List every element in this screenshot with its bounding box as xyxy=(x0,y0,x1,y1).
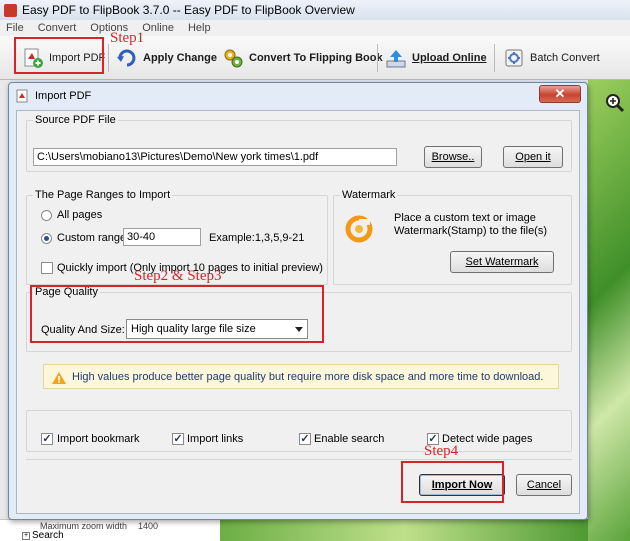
toolbar-separator xyxy=(494,44,495,72)
pdf-file-icon xyxy=(15,89,29,103)
enable-search-label: Enable search xyxy=(314,433,385,445)
all-pages-radio[interactable] xyxy=(41,210,52,221)
batch-convert-button[interactable]: Batch Convert xyxy=(503,44,600,72)
search-tree-label: Search xyxy=(32,530,64,541)
menu-help[interactable]: Help xyxy=(188,22,211,34)
cancel-label: Cancel xyxy=(526,479,562,491)
menu-online[interactable]: Online xyxy=(142,22,174,34)
source-pdf-title: Source PDF File xyxy=(33,114,118,126)
apply-change-label: Apply Change xyxy=(143,52,217,64)
upload-icon xyxy=(385,47,407,69)
open-it-button[interactable]: Open it xyxy=(503,146,563,168)
pdf-path-input[interactable]: C:\Users\mobiano13\Pictures\Demo\New yor… xyxy=(33,148,397,166)
convert-button[interactable]: Convert To Flipping Book xyxy=(222,44,383,72)
import-links-checkbox[interactable]: ✓ xyxy=(172,433,184,445)
menu-file[interactable]: File xyxy=(6,22,24,34)
step4-label: Step4 xyxy=(424,443,459,459)
menu-convert[interactable]: Convert xyxy=(38,22,77,34)
source-pdf-group: Source PDF File C:\Users\mobiano13\Pictu… xyxy=(26,114,572,172)
convert-label: Convert To Flipping Book xyxy=(249,52,383,64)
refresh-icon xyxy=(116,47,138,69)
browse-button[interactable]: Browse.. xyxy=(424,146,482,168)
zoom-in-icon[interactable] xyxy=(604,92,626,114)
import-options-group: ✓ Import bookmark ✓ Import links ✓ Enabl… xyxy=(26,410,572,452)
watermark-description-line1: Place a custom text or image xyxy=(394,212,536,224)
browse-label: Browse.. xyxy=(431,151,475,163)
watermark-title: Watermark xyxy=(340,189,398,201)
all-pages-label: All pages xyxy=(57,209,103,221)
expand-icon[interactable]: + xyxy=(22,531,30,540)
app-logo-icon xyxy=(4,3,17,17)
quality-notice: High values produce better page quality … xyxy=(43,364,559,389)
step1-label: Step1 xyxy=(110,30,145,46)
custom-range-label: Custom range: xyxy=(57,232,130,244)
step2-highlight xyxy=(30,285,324,343)
import-links-label: Import links xyxy=(187,433,244,445)
custom-range-radio[interactable] xyxy=(41,233,52,244)
toolbar-separator xyxy=(108,44,109,72)
menubar: File Convert Options Online Help xyxy=(0,20,630,36)
range-example-text: Example:1,3,5,9-21 xyxy=(209,232,305,244)
set-watermark-button[interactable]: Set Watermark xyxy=(450,251,554,273)
cancel-button[interactable]: Cancel xyxy=(516,474,572,496)
preview-background-bottom xyxy=(220,519,588,541)
import-bookmark-label: Import bookmark xyxy=(57,433,140,445)
gears-icon xyxy=(222,47,244,69)
close-icon: ✕ xyxy=(554,86,566,101)
step1-highlight xyxy=(14,37,104,74)
import-bookmark-checkbox[interactable]: ✓ xyxy=(41,433,53,445)
close-button[interactable]: ✕ xyxy=(539,85,581,103)
zoom-width-value[interactable]: 1400 xyxy=(138,521,158,531)
warning-icon xyxy=(52,372,66,384)
dialog-title: Import PDF xyxy=(35,90,92,102)
step4-highlight xyxy=(401,461,504,503)
upload-online-label: Upload Online xyxy=(412,52,487,64)
toolbar-separator xyxy=(377,44,378,72)
page-ranges-title: The Page Ranges to Import xyxy=(33,189,173,201)
watermark-description-line2: Watermark(Stamp) to the file(s) xyxy=(394,225,548,237)
search-tree-item[interactable]: + Search xyxy=(22,530,64,541)
enable-search-checkbox[interactable]: ✓ xyxy=(299,433,311,445)
apply-change-button[interactable]: Apply Change xyxy=(116,44,217,72)
dialog-titlebar: Import PDF xyxy=(9,83,587,109)
preview-background xyxy=(588,80,630,541)
batch-convert-label: Batch Convert xyxy=(530,52,600,64)
settings-panel: Maximum zoom width 1400 + Search xyxy=(0,519,220,541)
custom-range-input[interactable]: 30-40 xyxy=(123,228,201,246)
app-title: Easy PDF to FlipBook 3.7.0 -- Easy PDF t… xyxy=(22,3,355,17)
set-watermark-label: Set Watermark xyxy=(465,256,539,268)
step2-label: Step2 & Step3 xyxy=(134,268,222,284)
quick-import-checkbox[interactable] xyxy=(41,262,53,274)
upload-online-button[interactable]: Upload Online xyxy=(385,44,487,72)
footer-divider xyxy=(26,459,572,460)
watermark-group: Watermark Place a custom text or image W… xyxy=(333,189,572,285)
batch-convert-icon xyxy=(503,47,525,69)
notice-text: High values produce better page quality … xyxy=(72,371,544,383)
watermark-icon xyxy=(344,214,374,244)
open-it-label: Open it xyxy=(515,151,551,163)
app-titlebar: Easy PDF to FlipBook 3.7.0 -- Easy PDF t… xyxy=(0,0,630,20)
